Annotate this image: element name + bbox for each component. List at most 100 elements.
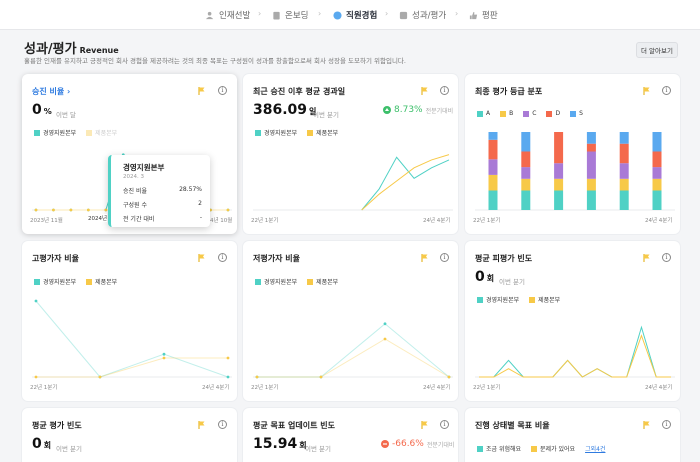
- bar-segment: [554, 178, 564, 191]
- flag-icon[interactable]: [198, 87, 205, 95]
- hover-x-label: 2024년: [88, 214, 108, 222]
- bar-segment: [488, 190, 498, 210]
- flag-icon[interactable]: [198, 254, 205, 262]
- bar-segment: [652, 178, 662, 191]
- step-nav: 인재선발 › 온보딩 › 직원경험 › 성과/평가 › 평판: [0, 0, 700, 30]
- info-icon[interactable]: i: [218, 86, 227, 95]
- legend-item[interactable]: S: [570, 110, 583, 117]
- flag-icon[interactable]: [421, 87, 428, 95]
- tooltip-row: 구성원 수2: [123, 200, 202, 209]
- days-since-promotion-card[interactable]: 최근 승진 이후 평균 경과일 i 386.09 일 이번 분기 8.73% 전분기…: [243, 74, 458, 234]
- flag-icon[interactable]: [643, 87, 650, 95]
- frequency-chart[interactable]: [475, 311, 675, 381]
- info-icon[interactable]: i: [662, 86, 671, 95]
- step-employee-experience[interactable]: 직원경험: [333, 9, 377, 21]
- people-icon: [206, 11, 214, 19]
- legend-item[interactable]: 경영지원본부: [477, 295, 519, 304]
- info-icon[interactable]: i: [662, 253, 671, 262]
- evaluation-frequency-card[interactable]: 평균 평가 빈도 i 0회 이번 분기: [22, 408, 237, 462]
- series-line-1: [35, 300, 229, 378]
- goal-status-ratio-card[interactable]: 진행 상태별 목표 비율 i 조금 위험해요 문제가 있어요 그외4건: [465, 408, 680, 462]
- chart-tooltip: 경영지원본부 2024. 3 승진 비율 28.57% 구성원 수2 전 기간 대…: [108, 155, 210, 227]
- flag-icon[interactable]: [421, 254, 428, 262]
- bar-segment: [652, 151, 662, 168]
- flag-icon[interactable]: [643, 254, 650, 262]
- legend-item[interactable]: B: [500, 110, 513, 117]
- x-axis-start: 22년 1분기: [473, 218, 501, 224]
- bar-segment: [488, 139, 498, 160]
- bar-segment: [652, 132, 662, 152]
- info-icon[interactable]: i: [218, 420, 227, 429]
- flag-icon[interactable]: [643, 421, 650, 429]
- info-icon[interactable]: i: [662, 420, 671, 429]
- legend-item[interactable]: 제품본부: [529, 295, 560, 304]
- bar-segment: [652, 167, 662, 179]
- tooltip-date: 2024. 3: [123, 174, 144, 180]
- card-title: 평균 목표 업데이트 빈도: [253, 421, 335, 430]
- bar-segment: [554, 190, 564, 210]
- learn-more-button[interactable]: 더 알아보기: [636, 42, 678, 58]
- data-point: [104, 208, 108, 212]
- step-hiring[interactable]: 인재선발: [206, 9, 250, 21]
- card-title: 평균 평가 빈도: [32, 421, 82, 430]
- legend-item[interactable]: 제품본부: [307, 128, 338, 137]
- info-icon[interactable]: i: [218, 253, 227, 262]
- goal-update-frequency-card[interactable]: 평균 목표 업데이트 빈도 i 15.94 회 이번 분기 -66.6% 전분기대비: [243, 408, 458, 462]
- x-axis-end: 24년 4분기: [202, 385, 230, 391]
- goal-update-value: 15.94 회: [253, 436, 307, 452]
- flag-icon[interactable]: [198, 421, 205, 429]
- legend-item[interactable]: C: [523, 110, 536, 117]
- legend-item[interactable]: 문제가 있어요: [531, 444, 575, 453]
- flag-icon[interactable]: [421, 421, 428, 429]
- legend-item[interactable]: 경영지원본부: [34, 277, 76, 286]
- bar-segment: [619, 190, 629, 210]
- info-icon[interactable]: i: [440, 253, 449, 262]
- period-label: 이번 분기: [499, 278, 525, 286]
- grade-bar-chart[interactable]: [475, 128, 675, 214]
- legend-item[interactable]: A: [477, 110, 490, 117]
- chart-legend: A B C D S: [477, 110, 583, 117]
- step-label: 인재선발: [219, 11, 251, 21]
- data-point: [162, 356, 166, 360]
- data-point: [162, 352, 166, 356]
- legend-item[interactable]: 경영지원본부: [255, 277, 297, 286]
- legend-item[interactable]: 조금 위험해요: [477, 444, 521, 453]
- series-line-1: [361, 156, 450, 211]
- legend-item[interactable]: D: [546, 110, 560, 117]
- thumbs-up-icon: [469, 11, 478, 19]
- data-point: [34, 208, 38, 212]
- data-point: [226, 375, 230, 379]
- step-label: 성과/평가: [412, 11, 447, 21]
- high-rating-chart[interactable]: [32, 293, 232, 381]
- step-onboarding[interactable]: 온보딩: [272, 9, 308, 21]
- step-performance[interactable]: 성과/평가: [399, 9, 446, 21]
- info-icon[interactable]: i: [440, 86, 449, 95]
- legend-item[interactable]: 경영지원본부: [255, 128, 297, 137]
- info-icon[interactable]: i: [440, 420, 449, 429]
- days-chart[interactable]: [253, 144, 453, 214]
- low-rating-chart[interactable]: [253, 293, 453, 381]
- chevron-right-icon: ›: [258, 9, 262, 18]
- bar-segment: [619, 143, 629, 164]
- period-label: 이번 분기: [305, 445, 331, 453]
- evaluated-frequency-card[interactable]: 평균 피평가 빈도 i 0회 이번 분기 경영지원본부 제품본부 22년 1분기…: [465, 241, 680, 401]
- legend-item[interactable]: 경영지원본부: [34, 128, 76, 137]
- card-title[interactable]: 승진 비율 ›: [32, 86, 70, 97]
- evaluation-frequency-value: 0회: [32, 436, 52, 452]
- data-point: [383, 322, 387, 326]
- bar-segment: [586, 151, 596, 179]
- data-point: [255, 375, 259, 379]
- legend-item[interactable]: 제품본부: [86, 277, 117, 286]
- low-rating-ratio-card[interactable]: 저평가자 비율 i 경영지원본부 제품본부 22년 1분기 24년 4분기: [243, 241, 458, 401]
- card-title: 진행 상태별 목표 비율: [475, 421, 550, 430]
- step-reputation[interactable]: 평판: [469, 9, 498, 21]
- legend-item[interactable]: 제품본부: [307, 277, 338, 286]
- tooltip-row: 승진 비율 28.57%: [123, 186, 202, 195]
- series-line-2: [36, 357, 228, 378]
- bar-segment: [521, 178, 531, 191]
- high-rating-ratio-card[interactable]: 고평가자 비율 i 경영지원본부 제품본부 22년 1분기 24년 4분기: [22, 241, 237, 401]
- x-axis-end: 4년 10월: [210, 218, 233, 224]
- legend-more-link[interactable]: 그외4건: [585, 444, 605, 453]
- legend-item[interactable]: 제품본부: [86, 128, 117, 137]
- grade-distribution-card[interactable]: 최종 평가 등급 분포 i A B C D S 22년 1분기 24년 4분기: [465, 74, 680, 234]
